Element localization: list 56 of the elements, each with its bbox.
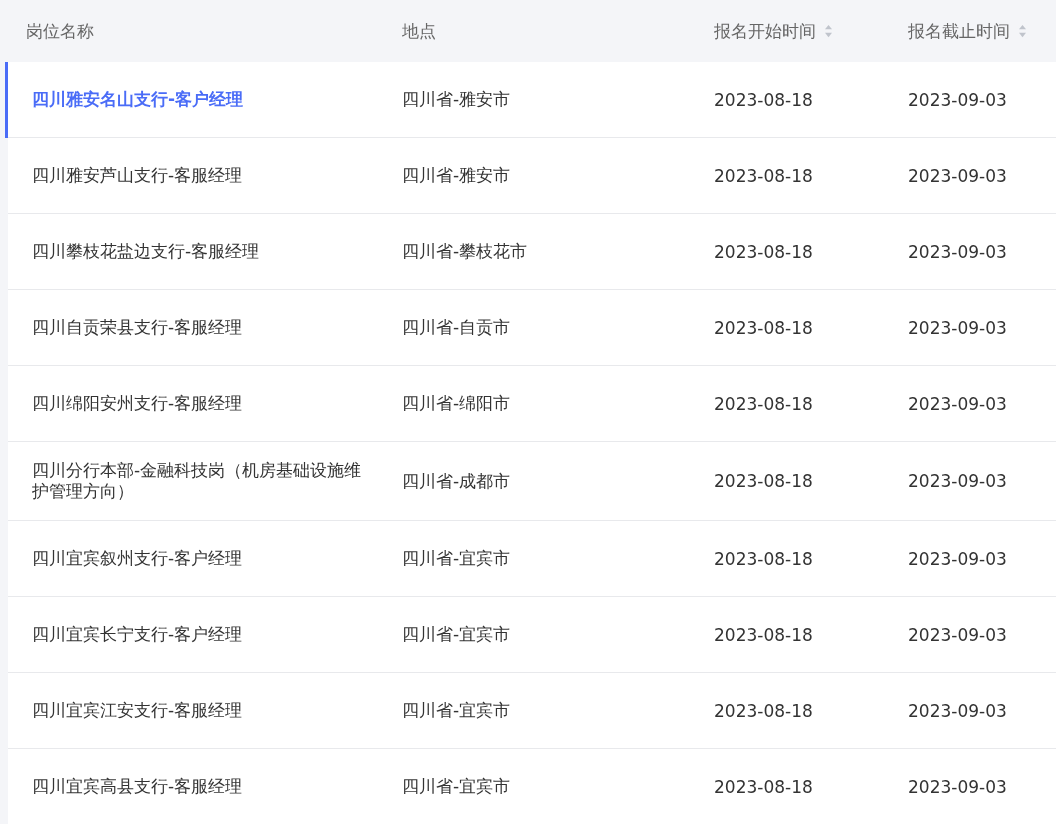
table-row[interactable]: 四川分行本部-金融科技岗（机房基础设施维护管理方向） 四川省-成都市 2023-08-18 2023-09-03 bbox=[8, 442, 1056, 521]
date-text: 2023-09-03 bbox=[908, 776, 1007, 797]
date-text: 2023-08-18 bbox=[714, 624, 813, 645]
sort-icon[interactable] bbox=[1018, 24, 1027, 38]
date-text: 2023-08-18 bbox=[714, 393, 813, 414]
date-text: 2023-09-03 bbox=[908, 317, 1007, 338]
date-text: 2023-08-18 bbox=[714, 548, 813, 569]
job-title: 四川宜宾长宁支行-客户经理 bbox=[32, 623, 244, 646]
date-text: 2023-09-03 bbox=[908, 393, 1007, 414]
location-text: 四川省-自贡市 bbox=[402, 317, 511, 337]
location-text: 四川省-雅安市 bbox=[402, 89, 511, 109]
column-header: 地点 bbox=[402, 19, 436, 43]
date-text: 2023-09-03 bbox=[908, 700, 1007, 721]
date-text: 2023-09-03 bbox=[908, 548, 1007, 569]
job-title: 四川分行本部-金融科技岗（机房基础设施维护管理方向） bbox=[32, 459, 362, 503]
sort-icon[interactable] bbox=[824, 24, 833, 38]
job-title: 四川宜宾高县支行-客服经理 bbox=[32, 775, 244, 798]
table-row[interactable]: 四川宜宾江安支行-客服经理 四川省-宜宾市 2023-08-18 2023-09-03 bbox=[8, 673, 1056, 749]
location-text: 四川省-雅安市 bbox=[402, 165, 511, 185]
job-title: 四川宜宾江安支行-客服经理 bbox=[32, 699, 244, 722]
location-text: 四川省-宜宾市 bbox=[402, 700, 511, 720]
date-text: 2023-08-18 bbox=[714, 776, 813, 797]
date-text: 2023-09-03 bbox=[908, 241, 1007, 262]
date-text: 2023-08-18 bbox=[714, 471, 813, 491]
date-text: 2023-08-18 bbox=[714, 165, 813, 186]
date-text: 2023-09-03 bbox=[908, 89, 1007, 110]
date-text: 2023-09-03 bbox=[908, 165, 1007, 186]
job-title: 四川绵阳安州支行-客服经理 bbox=[32, 392, 244, 415]
date-text: 2023-09-03 bbox=[908, 624, 1007, 645]
table-row[interactable]: 四川宜宾长宁支行-客户经理 四川省-宜宾市 2023-08-18 2023-09-03 bbox=[8, 597, 1056, 673]
date-text: 2023-08-18 bbox=[714, 241, 813, 262]
job-title: 四川雅安名山支行-客户经理 bbox=[32, 88, 245, 111]
table-row[interactable]: 四川宜宾叙州支行-客户经理 四川省-宜宾市 2023-08-18 2023-09-03 bbox=[8, 521, 1056, 597]
table-row[interactable]: 四川绵阳安州支行-客服经理 四川省-绵阳市 2023-08-18 2023-09-03 bbox=[8, 366, 1056, 442]
location-text: 四川省-宜宾市 bbox=[402, 548, 511, 568]
date-text: 2023-09-03 bbox=[908, 471, 1007, 491]
job-title: 四川自贡荣县支行-客服经理 bbox=[32, 316, 244, 339]
date-text: 2023-08-18 bbox=[714, 317, 813, 338]
table-row[interactable]: 四川雅安芦山支行-客服经理 四川省-雅安市 2023-08-18 2023-09-03 bbox=[8, 138, 1056, 214]
job-title: 四川攀枝花盐边支行-客服经理 bbox=[32, 240, 261, 263]
location-text: 四川省-宜宾市 bbox=[402, 624, 511, 644]
table-row[interactable]: 四川攀枝花盐边支行-客服经理 四川省-攀枝花市 2023-08-18 2023-09-03 bbox=[8, 214, 1056, 290]
job-title: 四川宜宾叙州支行-客户经理 bbox=[32, 547, 244, 570]
date-text: 2023-08-18 bbox=[714, 700, 813, 721]
column-header: 岗位名称 bbox=[26, 19, 94, 43]
location-text: 四川省-攀枝花市 bbox=[402, 241, 528, 261]
column-header[interactable]: 报名截止时间 bbox=[908, 19, 1010, 43]
job-title: 四川雅安芦山支行-客服经理 bbox=[32, 164, 244, 187]
date-text: 2023-08-18 bbox=[714, 89, 813, 110]
table-row[interactable]: 四川自贡荣县支行-客服经理 四川省-自贡市 2023-08-18 2023-09-03 bbox=[8, 290, 1056, 366]
location-text: 四川省-宜宾市 bbox=[402, 776, 511, 796]
location-text: 四川省-绵阳市 bbox=[402, 393, 511, 413]
table-row[interactable]: 四川宜宾高县支行-客服经理 四川省-宜宾市 2023-08-18 2023-09-03 bbox=[8, 749, 1056, 824]
location-text: 四川省-成都市 bbox=[402, 470, 511, 491]
table-row[interactable]: 四川雅安名山支行-客户经理 四川省-雅安市 2023-08-18 2023-09-03 bbox=[8, 62, 1056, 138]
column-header[interactable]: 报名开始时间 bbox=[714, 19, 816, 43]
